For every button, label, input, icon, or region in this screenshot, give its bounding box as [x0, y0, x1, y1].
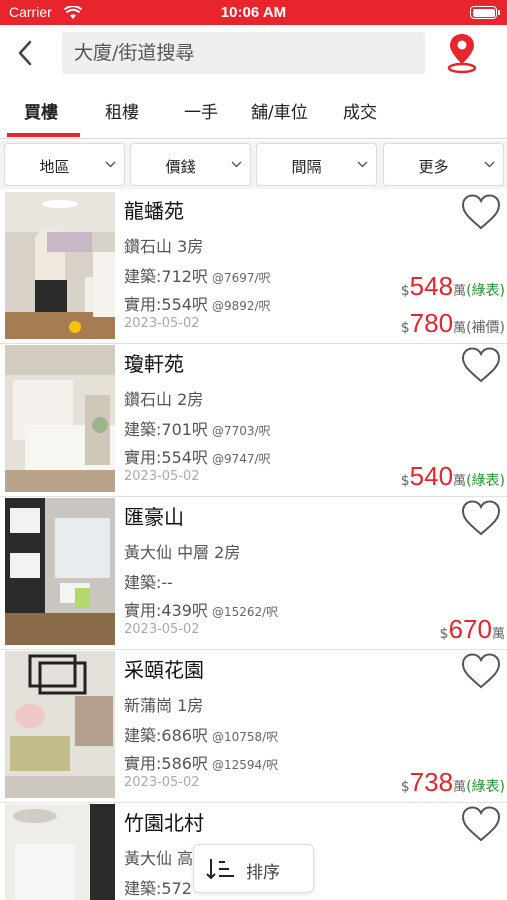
gross-area: 建築:712呎 @7697/呎 — [124, 267, 271, 286]
favorite-button[interactable] — [460, 805, 502, 843]
filter-label: 價錢 — [165, 158, 196, 176]
tab-buy[interactable]: 買樓 — [24, 98, 58, 123]
property-photo — [5, 192, 115, 339]
map-button[interactable] — [446, 31, 478, 75]
clock: 10:06 AM — [220, 4, 287, 21]
battery-icon — [470, 6, 500, 19]
filter-district[interactable]: 地區 — [4, 143, 125, 186]
property-photo — [5, 498, 115, 645]
search-box[interactable] — [62, 32, 425, 74]
heart-icon — [461, 806, 501, 842]
chevron-down-icon — [105, 161, 116, 168]
favorite-button[interactable] — [460, 346, 502, 384]
listing-title: 瓊軒苑 — [124, 352, 184, 376]
property-photo — [5, 345, 115, 492]
listing-date: 2023-05-02 — [124, 775, 200, 790]
listing-title: 采頤花園 — [124, 658, 204, 682]
heart-icon — [461, 347, 501, 383]
heart-icon — [461, 194, 501, 230]
net-area: 實用:586呎 @12594/呎 — [124, 754, 279, 773]
listing-district: 黃大仙 中層 2房 — [124, 543, 241, 562]
filter-price[interactable]: 價錢 — [130, 143, 251, 186]
tab-transactions[interactable]: 成交 — [343, 98, 377, 123]
listing-date: 2023-05-02 — [124, 316, 200, 331]
sort-icon — [206, 859, 234, 880]
chevron-down-icon — [357, 161, 368, 168]
favorite-button[interactable] — [460, 499, 502, 537]
gross-area: 建築:701呎 @7703/呎 — [124, 420, 271, 439]
filter-bar: 地區 價錢 間隔 更多 — [0, 141, 507, 189]
listing-card[interactable]: 瓊軒苑 鑽石山 2房 建築:701呎 @7703/呎 實用:554呎 @9747/呎… — [0, 344, 507, 497]
price-green-form: $738萬(綠表) — [400, 767, 505, 797]
active-tab-indicator — [7, 133, 80, 137]
listing-card[interactable]: 采頤花園 新蒲崗 1房 建築:686呎 @10758/呎 實用:586呎 @1259… — [0, 650, 507, 803]
listing-district: 鑽石山 3房 — [124, 237, 204, 256]
tab-rent[interactable]: 租樓 — [105, 98, 139, 123]
gross-area: 建築:-- — [124, 573, 173, 592]
price-green-form: $540萬(綠表) — [400, 461, 505, 491]
listing-type-tabs: 買樓 租樓 一手 舖/車位 成交 — [0, 92, 507, 137]
listing-card[interactable]: 匯豪山 黃大仙 中層 2房 建築:-- 實用:439呎 @15262/呎 2023… — [0, 497, 507, 650]
listing-district: 鑽石山 2房 — [124, 390, 204, 409]
listing-date: 2023-05-02 — [124, 469, 200, 484]
tab-first-hand[interactable]: 一手 — [184, 98, 218, 123]
net-area: 實用:554呎 @9747/呎 — [124, 448, 271, 467]
map-pin-icon — [447, 34, 477, 74]
price-green-form: $548萬(綠表) — [400, 271, 505, 301]
back-arrow-icon — [18, 40, 32, 66]
listing-title: 竹園北村 — [124, 811, 204, 835]
property-photo — [5, 804, 115, 900]
heart-icon — [461, 653, 501, 689]
search-header — [0, 25, 507, 83]
listing-title: 龍蟠苑 — [124, 199, 184, 223]
search-input[interactable] — [62, 32, 425, 74]
sort-button[interactable]: 排序 — [193, 844, 314, 893]
back-button[interactable] — [10, 35, 40, 71]
divider — [0, 138, 507, 139]
heart-icon — [461, 500, 501, 536]
status-bar: Carrier 10:06 AM — [0, 0, 507, 25]
filter-label: 地區 — [39, 158, 70, 176]
property-photo — [5, 651, 115, 798]
listing-date: 2023-05-02 — [124, 622, 200, 637]
gross-area: 建築:572 — [124, 879, 192, 898]
chevron-down-icon — [484, 161, 495, 168]
net-area: 實用:554呎 @9892/呎 — [124, 295, 271, 314]
listing-district: 新蒲崗 1房 — [124, 696, 204, 715]
gross-area: 建築:686呎 @10758/呎 — [124, 726, 279, 745]
filter-more[interactable]: 更多 — [383, 143, 504, 186]
sort-label: 排序 — [246, 863, 280, 883]
favorite-button[interactable] — [460, 193, 502, 231]
listing-card[interactable]: 龍蟠苑 鑽石山 3房 建築:712呎 @7697/呎 實用:554呎 @9892/呎… — [0, 191, 507, 344]
favorite-button[interactable] — [460, 652, 502, 690]
net-area: 實用:439呎 @15262/呎 — [124, 601, 279, 620]
filter-layout[interactable]: 間隔 — [256, 143, 377, 186]
tab-shop-parking[interactable]: 舖/車位 — [251, 98, 308, 123]
listing-title: 匯豪山 — [124, 505, 184, 529]
filter-label: 間隔 — [291, 158, 322, 176]
filter-label: 更多 — [418, 158, 449, 176]
chevron-down-icon — [231, 161, 242, 168]
listing-district: 黃大仙 高 — [124, 849, 194, 868]
price: $670萬 — [439, 614, 505, 644]
price-premium-paid: $780萬(補價) — [400, 308, 505, 338]
